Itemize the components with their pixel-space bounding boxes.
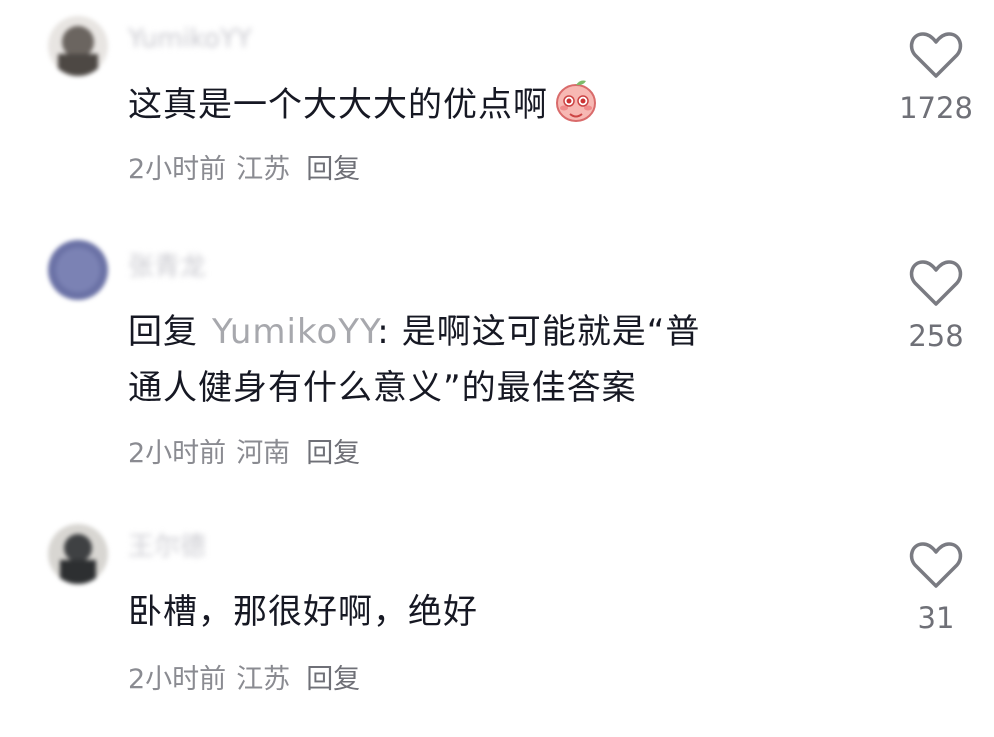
reply-colon: : [377, 312, 390, 352]
comment-location: 江苏 [236, 154, 291, 185]
avatar[interactable] [48, 240, 108, 300]
comment-meta: 2小时前 江苏 回复 [128, 662, 370, 698]
comment-text: 卧槽，那很好啊，绝好 [128, 584, 868, 640]
username[interactable]: 张青龙 [128, 250, 206, 284]
comment-time: 2小时前 [128, 664, 227, 695]
username[interactable]: 王尔德 [128, 530, 206, 564]
comment-meta: 2小时前 江苏 回复 [128, 152, 370, 188]
comment-text: 这真是一个大大大的优点啊 [128, 76, 868, 133]
like-count: 1728 [899, 91, 973, 125]
comment-text-content: 这真是一个大大大的优点啊 [128, 85, 548, 125]
comment-text: 回复 YumikoYY: 是啊这可能就是“普 通人健身有什么意义”的最佳答案 [128, 304, 868, 416]
comment-text-line2: 通人健身有什么意义”的最佳答案 [128, 368, 637, 408]
reply-button[interactable]: 回复 [306, 154, 360, 185]
like-count: 258 [908, 319, 964, 353]
like-button[interactable]: 1728 [896, 30, 976, 126]
reply-button[interactable]: 回复 [306, 438, 360, 469]
like-count: 31 [917, 601, 955, 635]
reply-prefix: 回复 [128, 312, 198, 352]
blushing-peach-emoji-icon [556, 80, 596, 122]
like-button[interactable]: 31 [896, 540, 976, 636]
comment-text-line: 回复 YumikoYY: 是啊这可能就是“普 [128, 304, 868, 360]
heart-icon[interactable] [909, 258, 963, 308]
comment-time: 2小时前 [128, 438, 227, 469]
comment-meta: 2小时前 河南 回复 [128, 436, 370, 472]
avatar[interactable] [48, 16, 108, 76]
username[interactable]: YumikoYY [128, 22, 252, 56]
like-button[interactable]: 258 [896, 258, 976, 354]
reply-target-username[interactable]: YumikoYY [212, 312, 377, 352]
heart-icon[interactable] [909, 540, 963, 590]
reply-button[interactable]: 回复 [306, 664, 360, 695]
comment-text-line1: 是啊这可能就是“普 [401, 312, 701, 352]
comment-text-content: 卧槽，那很好啊，绝好 [128, 592, 478, 632]
avatar[interactable] [48, 524, 108, 584]
comment-time: 2小时前 [128, 154, 227, 185]
comment-location: 江苏 [236, 664, 291, 695]
comment-location: 河南 [236, 438, 291, 469]
heart-icon[interactable] [909, 30, 963, 80]
